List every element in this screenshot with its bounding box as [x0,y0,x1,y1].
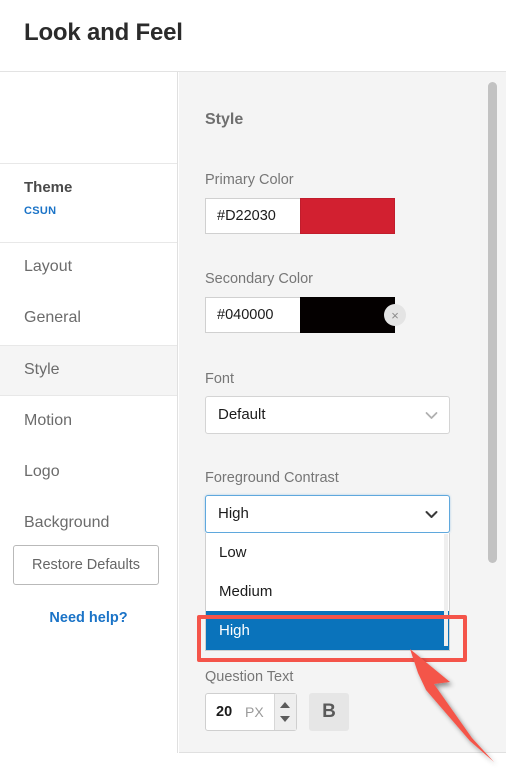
sidebar-item-label: Logo [24,463,60,480]
sidebar-item-label: Motion [24,412,73,429]
primary-color-label: Primary Color [205,172,294,188]
sidebar-item-layout[interactable]: Layout [0,243,177,294]
panel-title: Style [205,111,244,128]
restore-defaults-button[interactable]: Restore Defaults [13,545,159,585]
stepper-up-icon[interactable] [280,702,290,708]
foreground-contrast-select[interactable]: High [205,495,450,533]
need-help-link[interactable]: Need help? [0,610,177,626]
stepper-arrows[interactable] [274,694,296,730]
primary-color-input[interactable] [205,198,301,234]
dropdown-option-high[interactable]: High [206,611,449,650]
secondary-color-input[interactable] [205,297,301,333]
theme-label: Theme [24,179,73,196]
sidebar-item-logo[interactable]: Logo [0,448,177,499]
sidebar-item-background[interactable]: Background [0,499,177,550]
theme-block: Theme CSUN [0,165,177,243]
question-text-size-unit: PX [245,704,264,720]
dropdown-scrollbar[interactable] [444,534,448,647]
chevron-down-icon [425,409,438,422]
secondary-color-swatch[interactable] [300,297,395,333]
chevron-down-icon [425,508,438,521]
page-header: Look and Feel [0,0,506,72]
look-and-feel-screen: Look and Feel Theme CSUN Layout General … [0,0,506,768]
question-text-size-value: 20 [216,704,233,720]
font-label: Font [205,371,235,387]
foreground-contrast-dropdown[interactable]: Low Medium High [205,533,450,651]
sidebar-item-motion[interactable]: Motion [0,397,177,448]
style-settings-panel: Style Primary Color Secondary Color × Fo… [179,72,506,753]
bold-toggle-button[interactable]: B [309,693,349,731]
stepper-down-icon[interactable] [280,716,290,722]
secondary-color-row: × [205,297,406,333]
page-title: Look and Feel [24,19,183,46]
question-text-size-stepper[interactable]: 20 PX [205,693,297,731]
sidebar-item-label: Layout [24,258,73,275]
font-select-value: Default [218,406,266,423]
primary-color-swatch[interactable] [300,198,395,234]
theme-value-link[interactable]: CSUN [24,205,56,217]
question-text-label: Question Text [205,669,294,685]
sidebar-item-general[interactable]: General [0,294,177,345]
dropdown-option-medium[interactable]: Medium [206,572,449,611]
sidebar-top-spacer [0,72,177,164]
sidebar-item-label: Background [24,514,110,531]
foreground-contrast-label: Foreground Contrast [205,470,339,486]
clear-secondary-color-icon[interactable]: × [384,304,406,326]
sidebar-item-label: Style [24,361,60,378]
sidebar-item-style[interactable]: Style [0,345,177,396]
primary-color-row [205,198,395,234]
foreground-contrast-value: High [218,505,249,522]
sidebar-item-label: General [24,309,81,326]
secondary-color-label: Secondary Color [205,271,313,287]
dropdown-option-low[interactable]: Low [206,533,449,572]
panel-scrollbar-thumb[interactable] [488,82,497,563]
sidebar: Theme CSUN Layout General Style Motion L… [0,72,178,753]
font-select[interactable]: Default [205,396,450,434]
